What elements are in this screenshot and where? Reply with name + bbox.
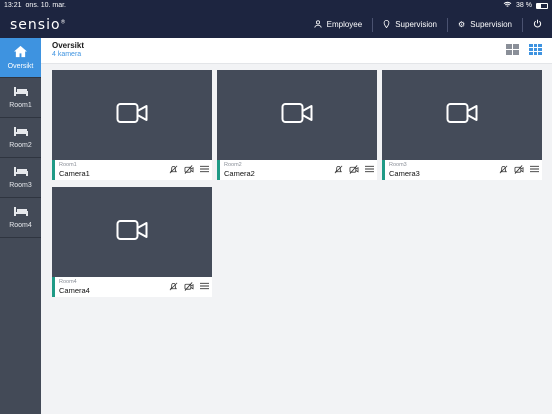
sidebar-item-label: Room1 xyxy=(9,102,32,109)
gear-icon: ⚙ xyxy=(458,20,466,29)
camera-info: Room4 Camera4 xyxy=(52,277,212,297)
bed-icon xyxy=(13,86,29,99)
sensio-logo: sensio® xyxy=(10,16,67,33)
bed-icon xyxy=(13,206,29,219)
power-button[interactable] xyxy=(523,18,552,32)
battery-text: 38 % xyxy=(516,2,532,9)
camera-card[interactable]: Room4 Camera4 xyxy=(52,187,212,297)
camera-count: 4 kamera xyxy=(52,51,82,58)
power-icon xyxy=(533,19,542,30)
video-off-icon[interactable] xyxy=(184,165,194,176)
grid-3x3-view-button[interactable] xyxy=(529,44,542,55)
sidebar-item-label: Oversikt xyxy=(7,63,34,70)
sidebar-item-label: Room4 xyxy=(9,222,32,229)
bed-icon xyxy=(13,166,29,179)
mute-audio-icon[interactable] xyxy=(499,165,508,176)
video-off-icon[interactable] xyxy=(184,282,194,293)
status-time: 13:21 xyxy=(4,2,22,9)
camera-card[interactable]: Room1 Camera1 xyxy=(52,70,212,180)
sidebar-item-room3[interactable]: Room3 xyxy=(0,158,41,198)
home-icon xyxy=(13,45,28,60)
nav-supervision-settings[interactable]: ⚙ Supervision xyxy=(448,17,523,32)
camera-video[interactable] xyxy=(52,70,212,160)
camera-video[interactable] xyxy=(382,70,542,160)
video-camera-icon xyxy=(116,219,148,246)
page-header: Oversikt 4 kamera xyxy=(41,38,552,64)
menu-icon[interactable] xyxy=(200,165,209,176)
page-title: Oversikt xyxy=(52,41,85,50)
top-nav: Employee Supervision ⚙ Supervision xyxy=(304,11,552,38)
nav-supervision-label: Supervision xyxy=(395,20,438,29)
menu-icon[interactable] xyxy=(200,282,209,293)
menu-icon[interactable] xyxy=(365,165,374,176)
mute-audio-icon[interactable] xyxy=(334,165,343,176)
grid-2x2-view-button[interactable] xyxy=(506,44,519,55)
camera-info: Room2 Camera2 xyxy=(217,160,377,180)
camera-video[interactable] xyxy=(217,70,377,160)
sidebar: Oversikt Room1 Room2 Room3 Room4 xyxy=(0,38,41,414)
sidebar-item-label: Room2 xyxy=(9,142,32,149)
sidebar-item-label: Room3 xyxy=(9,182,32,189)
nav-employee[interactable]: Employee xyxy=(304,17,374,32)
nav-supervision-settings-label: Supervision xyxy=(470,20,512,29)
sidebar-item-oversikt[interactable]: Oversikt xyxy=(0,38,41,78)
sidebar-item-room2[interactable]: Room2 xyxy=(0,118,41,158)
video-camera-icon xyxy=(116,102,148,129)
video-off-icon[interactable] xyxy=(349,165,359,176)
wifi-icon xyxy=(503,1,512,10)
app-header: sensio® Employee Supervision ⚙ Supervisi… xyxy=(0,11,552,38)
mute-audio-icon[interactable] xyxy=(169,165,178,176)
status-date: ons. 10. mar. xyxy=(25,2,66,9)
video-off-icon[interactable] xyxy=(514,165,524,176)
person-icon xyxy=(314,19,322,30)
video-camera-icon xyxy=(281,102,313,129)
video-camera-icon xyxy=(446,102,478,129)
menu-icon[interactable] xyxy=(530,165,539,176)
bed-icon xyxy=(13,126,29,139)
sidebar-item-room4[interactable]: Room4 xyxy=(0,198,41,238)
camera-video[interactable] xyxy=(52,187,212,277)
nav-supervision-location[interactable]: Supervision xyxy=(373,17,449,32)
camera-info: Room3 Camera3 xyxy=(382,160,542,180)
status-bar: 13:21 ons. 10. mar. 38 % xyxy=(0,0,552,11)
battery-icon xyxy=(536,2,548,9)
camera-card[interactable]: Room3 Camera3 xyxy=(382,70,542,180)
camera-info: Room1 Camera1 xyxy=(52,160,212,180)
mute-audio-icon[interactable] xyxy=(169,282,178,293)
main-content: Oversikt 4 kamera Room1 Camera1 Room2 Ca… xyxy=(41,38,552,414)
camera-card[interactable]: Room2 Camera2 xyxy=(217,70,377,180)
location-icon xyxy=(383,19,390,30)
nav-employee-label: Employee xyxy=(326,20,363,29)
sidebar-item-room1[interactable]: Room1 xyxy=(0,78,41,118)
